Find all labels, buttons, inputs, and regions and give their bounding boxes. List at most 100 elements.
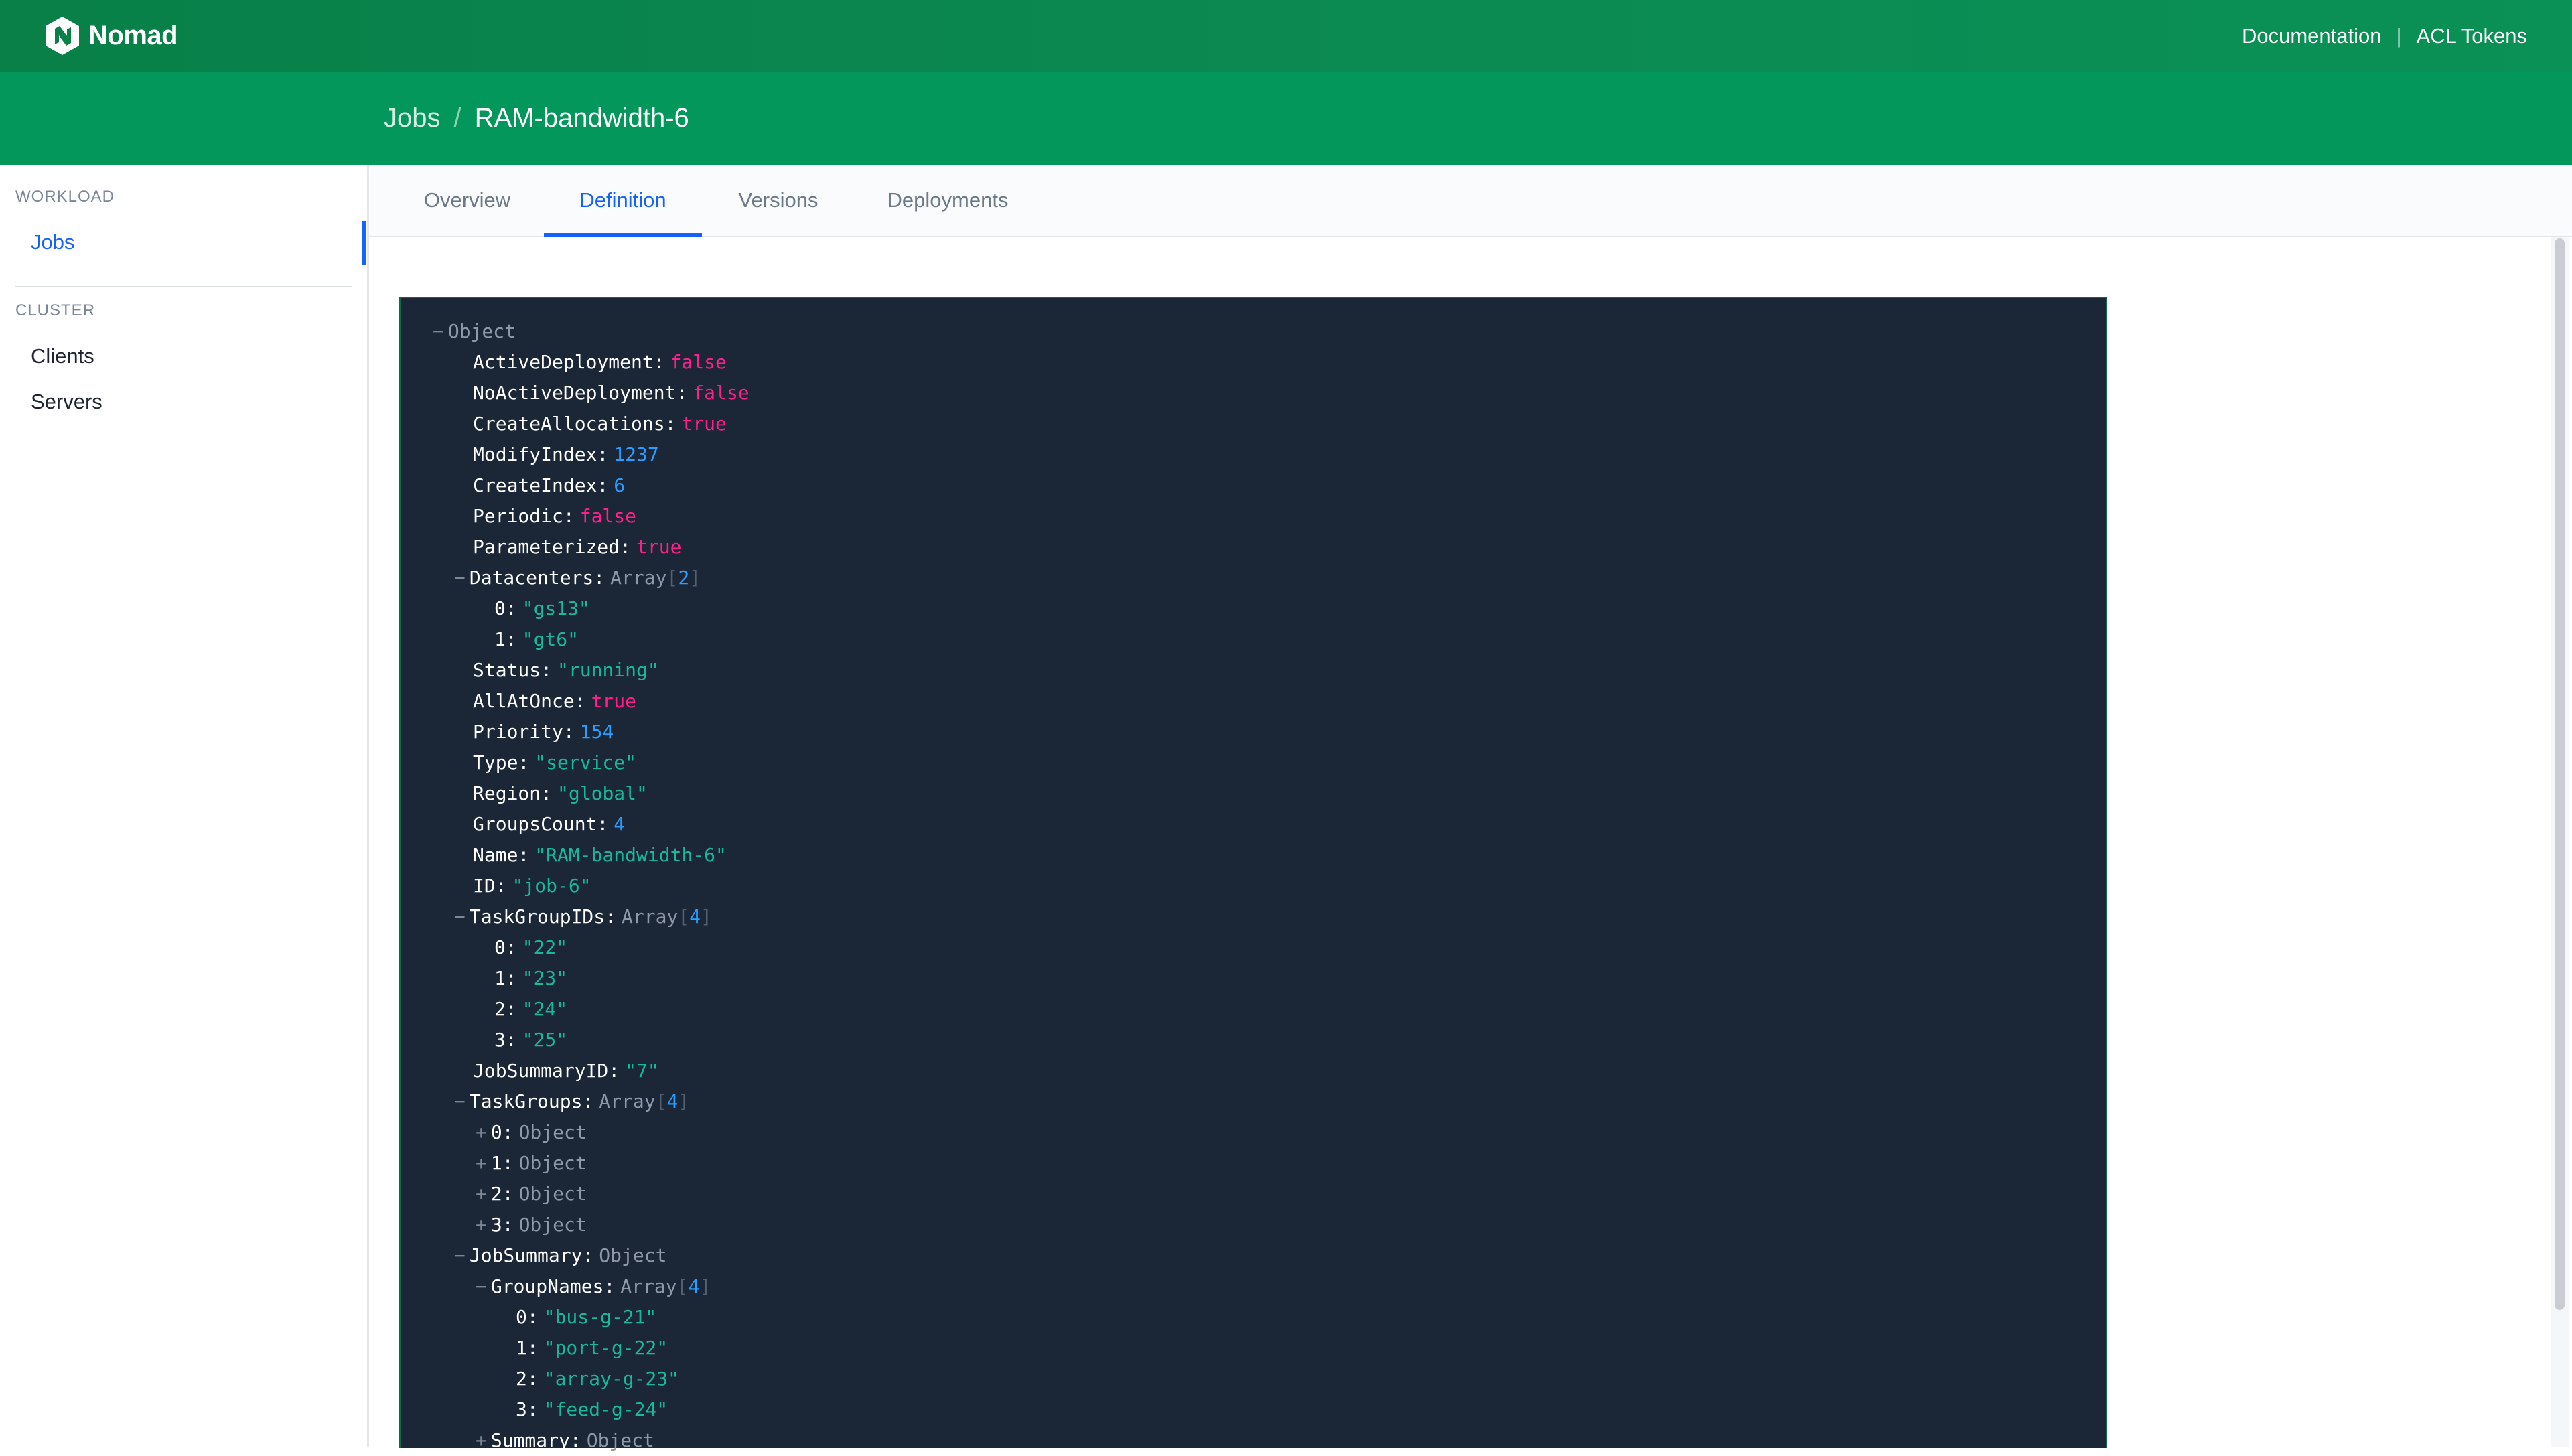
json-value: "23" — [522, 967, 568, 989]
json-bracket: [ — [678, 905, 690, 928]
json-line: Region: "global" — [473, 778, 648, 809]
sidebar-item-jobs[interactable]: Jobs — [31, 230, 74, 254]
json-key: NoActiveDeployment — [473, 382, 676, 404]
collapse-icon[interactable]: − — [454, 1090, 466, 1112]
json-key: GroupNames — [490, 1275, 604, 1297]
json-key: 3 — [494, 1029, 506, 1051]
json-key: Parameterized — [473, 536, 620, 558]
json-line: CreateAllocations: true — [473, 409, 727, 439]
top-links: Documentation | ACL Tokens — [2242, 0, 2527, 72]
json-type: Array — [610, 567, 667, 589]
tab-versions[interactable]: Versions — [708, 165, 849, 236]
json-line[interactable]: − TaskGroupIDs: Array[4] — [454, 901, 712, 932]
json-value: false — [579, 505, 637, 527]
json-value: "gt6" — [522, 628, 579, 650]
json-colon: : — [608, 1060, 620, 1082]
expand-icon[interactable]: + — [476, 1214, 487, 1236]
json-value: true — [681, 413, 727, 435]
json-value: "bus-g-21" — [543, 1306, 657, 1328]
json-array-length: 4 — [688, 1275, 700, 1297]
json-colon: : — [593, 567, 605, 589]
json-key: ActiveDeployment — [473, 351, 654, 373]
json-colon: : — [597, 443, 609, 465]
json-colon: : — [574, 690, 586, 712]
tab-deployments-label: Deployments — [887, 188, 1009, 212]
json-value: 4 — [614, 813, 626, 835]
json-value: true — [591, 690, 637, 712]
collapse-icon[interactable]: − — [454, 1244, 466, 1266]
json-type: Array — [620, 1275, 677, 1297]
sidebar-active-indicator — [362, 221, 366, 265]
json-key: 0 — [494, 936, 506, 958]
json-key: 1 — [516, 1337, 527, 1359]
json-key: CreateAllocations — [473, 413, 665, 435]
tab-overview[interactable]: Overview — [396, 165, 539, 236]
json-line[interactable]: +2: Object — [476, 1179, 587, 1210]
top-links-separator: | — [2396, 23, 2402, 48]
json-key: JobSummaryID — [473, 1060, 609, 1082]
sidebar-section-workload: WORKLOAD — [15, 188, 115, 206]
json-line[interactable]: − JobSummary: Object — [454, 1240, 666, 1271]
json-line[interactable]: − GroupNames: Array[4] — [476, 1271, 711, 1302]
json-key: TaskGroupIDs — [469, 905, 605, 928]
json-colon: : — [502, 1214, 514, 1236]
json-line[interactable]: − TaskGroups: Array[4] — [454, 1086, 689, 1117]
json-line: ModifyIndex: 1237 — [473, 439, 659, 470]
json-key: ModifyIndex — [473, 443, 597, 465]
collapse-icon[interactable]: − — [454, 905, 466, 928]
json-line: ID: "job-6" — [473, 871, 591, 901]
json-colon: : — [495, 875, 507, 897]
json-colon: : — [541, 659, 553, 681]
expand-icon[interactable]: + — [476, 1429, 487, 1451]
tab-definition[interactable]: Definition — [544, 165, 702, 237]
json-colon: : — [563, 721, 575, 743]
json-type: Object — [518, 1152, 587, 1174]
tab-deployments[interactable]: Deployments — [854, 165, 1042, 236]
json-type: Object — [586, 1429, 654, 1451]
breadcrumb-jobs-link[interactable]: Jobs — [384, 103, 441, 133]
json-line: Periodic: false — [473, 501, 636, 532]
page-header: Jobs / RAM-bandwidth-6 — [0, 72, 2572, 165]
collapse-icon[interactable]: − — [454, 567, 466, 589]
json-line: AllAtOnce: true — [473, 686, 636, 717]
json-line: 3: "25" — [494, 1025, 567, 1055]
json-value: 6 — [614, 474, 626, 496]
collapse-icon[interactable]: − — [433, 320, 444, 342]
json-line[interactable]: +3: Object — [476, 1210, 587, 1240]
json-key: Periodic — [473, 505, 563, 527]
acl-tokens-link[interactable]: ACL Tokens — [2417, 24, 2527, 48]
json-line[interactable]: − Datacenters: Array[2] — [454, 563, 701, 593]
json-line[interactable]: +0: Object — [476, 1117, 587, 1148]
json-line: Status: "running" — [473, 655, 659, 686]
json-colon: : — [569, 1429, 581, 1451]
json-colon: : — [676, 382, 688, 404]
collapse-icon[interactable]: − — [476, 1275, 487, 1297]
json-colon: : — [603, 1275, 616, 1297]
json-line: JobSummaryID: "7" — [473, 1055, 659, 1086]
breadcrumb-separator: / — [453, 103, 461, 133]
json-bracket: ] — [699, 1275, 711, 1297]
json-bracket: ] — [689, 567, 701, 589]
sidebar-item-clients[interactable]: Clients — [31, 344, 94, 368]
json-value: "22" — [522, 936, 568, 958]
expand-icon[interactable]: + — [476, 1121, 487, 1143]
json-line[interactable]: + Summary: Object — [476, 1425, 654, 1456]
json-colon: : — [597, 474, 609, 496]
expand-icon[interactable]: + — [476, 1152, 487, 1174]
json-key: ID — [473, 875, 496, 897]
breadcrumb: Jobs / RAM-bandwidth-6 — [384, 72, 689, 165]
sidebar-item-servers[interactable]: Servers — [31, 390, 102, 414]
json-value: false — [670, 351, 727, 373]
json-line[interactable]: − Object — [433, 316, 516, 347]
json-value: false — [693, 382, 749, 404]
tab-overview-label: Overview — [423, 188, 511, 212]
page-scrollbar-thumb[interactable] — [2555, 238, 2565, 1310]
json-key: CreateIndex — [473, 474, 597, 496]
job-tabs: Overview Definition Versions Deployments — [369, 165, 2572, 237]
expand-icon[interactable]: + — [476, 1183, 487, 1205]
documentation-link[interactable]: Documentation — [2242, 24, 2382, 48]
top-navbar: Nomad Documentation | ACL Tokens — [0, 0, 2572, 72]
json-line[interactable]: +1: Object — [476, 1148, 587, 1179]
nomad-logo[interactable]: Nomad — [46, 17, 178, 55]
json-line: 1: "gt6" — [494, 624, 579, 655]
